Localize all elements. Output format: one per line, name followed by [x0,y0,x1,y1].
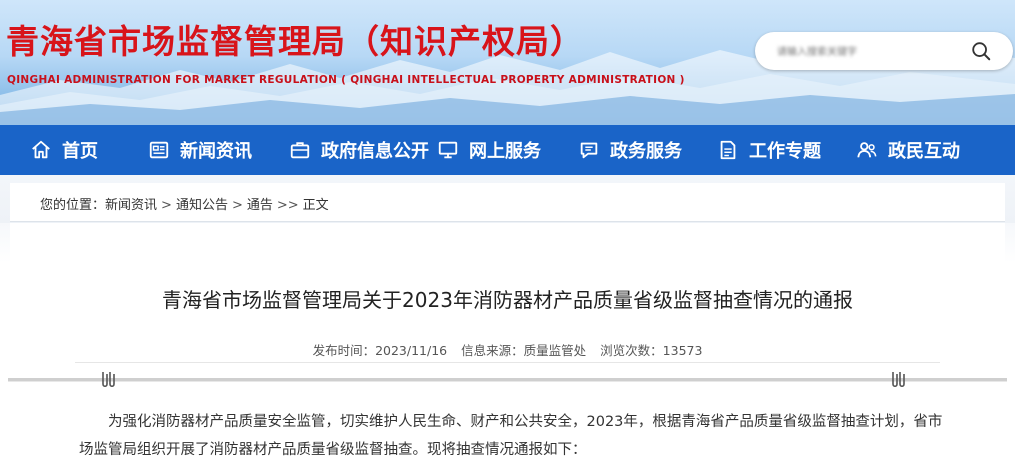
home-icon [32,140,50,159]
nav-item-topics[interactable]: 工作专题 [717,125,821,175]
search-input[interactable] [775,40,969,64]
source-label: 信息来源： [461,343,524,358]
monitor-icon [438,141,458,159]
breadcrumb-separator: > [231,198,243,213]
content-divider [8,378,1007,382]
site-title: 青海省市场监督管理局（知识产权局） [6,22,584,61]
site-subtitle: QINGHAI ADMINISTRATION FOR MARKET REGULA… [7,74,685,86]
nav-item-gov-service[interactable]: 政务服务 [578,125,682,175]
breadcrumb-link-announcement[interactable]: 通告 [247,198,273,213]
breadcrumb-separator: > [161,198,172,213]
nav-item-label: 政务服务 [610,141,682,162]
briefcase-icon [290,142,310,159]
views-label: 浏览次数： [600,343,663,358]
meta-underline [75,362,940,363]
nav-item-label: 首页 [62,141,98,162]
nav-item-news[interactable]: 新闻资讯 [148,125,252,175]
views-count: 13573 [662,343,703,358]
breadcrumb-panel: 您的位置：新闻资讯 > 通知公告 > 通告 >> 正文 [10,183,1005,222]
news-icon [149,141,169,159]
nav-item-label: 工作专题 [749,141,821,162]
breadcrumb-link-notices[interactable]: 通知公告 [176,198,228,213]
article-body-paragraph: 为强化消防器材产品质量安全监管，切实维护人民生命、财产和公共安全，2023年，根… [79,414,943,458]
breadcrumb-bar: 您的位置：新闻资讯 > 通知公告 > 通告 >> 正文 [0,175,1015,223]
paperclip-left-icon [102,372,115,388]
paperclip-right-icon [892,372,905,388]
search-box [755,32,1013,70]
breadcrumb-link-news[interactable]: 新闻资讯 [105,198,157,213]
publish-date: 2023/11/16 [375,343,448,358]
search-icon[interactable] [970,40,992,62]
chat-icon [580,142,598,159]
nav-item-interaction[interactable]: 政民互动 [856,125,960,175]
main-nav: 首页 新闻资讯 政府信息公开 网上服务 政务服务 工作专题 政民互动 [0,125,1015,175]
nav-item-gov-info[interactable]: 政府信息公开 [289,125,429,175]
article-title: 青海省市场监督管理局关于2023年消防器材产品质量省级监督抽查情况的通报 [162,288,853,312]
breadcrumb-current: 正文 [302,198,329,213]
nav-item-label: 政民互动 [888,141,960,162]
breadcrumb-prefix: 您的位置： [40,198,106,213]
nav-item-label: 新闻资讯 [180,141,252,162]
nav-item-home[interactable]: 首页 [30,125,98,175]
nav-item-online-service[interactable]: 网上服务 [437,125,541,175]
breadcrumb-separator: >> [276,198,299,213]
publish-date-label: 发布时间： [312,343,376,358]
breadcrumb: 您的位置：新闻资讯 > 通知公告 > 通告 >> 正文 [40,194,329,213]
nav-item-label: 网上服务 [469,141,541,162]
document-icon [720,140,736,160]
source-value: 质量监管处 [523,343,587,358]
people-icon [857,142,877,158]
article-meta: 发布时间：2023/11/16 信息来源：质量监管处 浏览次数：13573 [0,340,1015,359]
nav-item-label: 政府信息公开 [321,141,429,162]
site-header: 青海省市场监督管理局（知识产权局） QINGHAI ADMINISTRATION… [0,0,1015,125]
